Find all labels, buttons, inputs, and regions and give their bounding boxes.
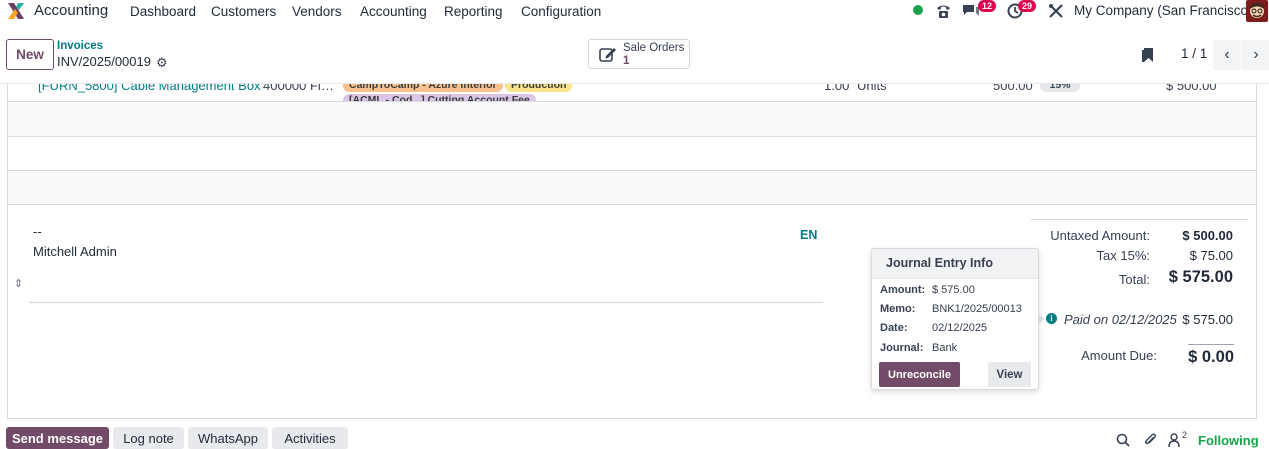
line-label[interactable]: 400000 Fi… bbox=[263, 84, 334, 93]
analytic-tag[interactable]: CampToCamp - Azure Interior bbox=[343, 84, 503, 92]
row-divider bbox=[7, 136, 1257, 137]
activities-badge: 29 bbox=[1018, 0, 1037, 12]
menu-vendors[interactable]: Vendors bbox=[292, 4, 342, 19]
language-toggle[interactable]: EN bbox=[800, 228, 817, 242]
tax-tag[interactable]: 15% bbox=[1040, 84, 1080, 92]
popover-journal-key: Journal: bbox=[880, 342, 924, 354]
debug-tools-icon[interactable] bbox=[1048, 3, 1064, 19]
paid-amount: $ 575.00 bbox=[1182, 312, 1233, 327]
line-product[interactable]: [FURN_5800] Cable Management Box bbox=[38, 84, 261, 93]
paperclip-icon[interactable] bbox=[1143, 432, 1157, 447]
total-label: Total: bbox=[1118, 272, 1150, 287]
empty-row bbox=[8, 102, 1256, 136]
total-value: $ 575.00 bbox=[1168, 268, 1233, 286]
pager-previous-button[interactable]: ‹ bbox=[1213, 40, 1241, 70]
tax-value: $ 75.00 bbox=[1189, 248, 1233, 263]
menu-accounting[interactable]: Accounting bbox=[360, 4, 427, 19]
smart-button-count: 1 bbox=[623, 55, 630, 67]
whatsapp-button[interactable]: WhatsApp bbox=[188, 427, 268, 449]
bookmark-icon[interactable] bbox=[1141, 47, 1155, 63]
online-status-icon bbox=[913, 5, 923, 15]
terms-underline bbox=[29, 302, 823, 303]
popover-memo-value: BNK1/2025/00013 bbox=[932, 303, 1022, 315]
company-switcher[interactable]: My Company (San Francisco) bbox=[1074, 3, 1253, 18]
menu-customers[interactable]: Customers bbox=[211, 4, 276, 19]
amount-due-border bbox=[1188, 344, 1234, 345]
followers-count: 2 bbox=[1182, 430, 1188, 440]
activities-button[interactable]: Activities bbox=[272, 427, 348, 449]
line-subtotal: $ 500.00 bbox=[1166, 84, 1217, 93]
breadcrumb-current: INV/2025/00019 bbox=[57, 54, 151, 69]
invoice-line-row[interactable]: [FURN_5800] Cable Management Box 400000 … bbox=[8, 84, 1256, 102]
empty-row bbox=[8, 171, 1256, 204]
sale-orders-smart-button[interactable]: Sale Orders 1 bbox=[588, 39, 690, 69]
unreconcile-button[interactable]: Unreconcile bbox=[879, 362, 960, 387]
send-message-button[interactable]: Send message bbox=[6, 427, 109, 449]
tax-label: Tax 15%: bbox=[1096, 248, 1150, 263]
popover-date-value: 02/12/2025 bbox=[932, 322, 988, 334]
chevron-right-icon: › bbox=[1253, 46, 1259, 63]
search-icon[interactable] bbox=[1116, 433, 1130, 447]
edit-icon bbox=[599, 48, 616, 62]
untaxed-amount-label: Untaxed Amount: bbox=[1050, 228, 1150, 243]
user-avatar[interactable] bbox=[1246, 0, 1268, 22]
payment-info-icon[interactable]: i bbox=[1046, 313, 1057, 324]
menu-reporting[interactable]: Reporting bbox=[444, 4, 503, 19]
popover-arrow bbox=[1038, 313, 1044, 325]
popover-journal-value: Bank bbox=[932, 342, 958, 354]
following-button[interactable]: Following bbox=[1198, 433, 1259, 448]
journal-entry-popover: Journal Entry Info Amount: $ 575.00 Memo… bbox=[871, 248, 1039, 390]
analytic-tag[interactable]: Production bbox=[505, 84, 573, 92]
smart-button-label: Sale Orders bbox=[623, 42, 685, 54]
paid-on-label: Paid on 02/12/2025 bbox=[1064, 312, 1177, 327]
resize-handle-icon[interactable]: ⇕ bbox=[14, 279, 23, 290]
row-divider bbox=[7, 204, 1257, 205]
amount-due-label: Amount Due: bbox=[1081, 348, 1157, 363]
untaxed-amount-value: $ 500.00 bbox=[1182, 228, 1233, 243]
popover-amount-key: Amount: bbox=[880, 284, 926, 296]
signature-name: Mitchell Admin bbox=[33, 244, 117, 259]
view-button[interactable]: View bbox=[988, 362, 1031, 387]
followers-icon[interactable] bbox=[1168, 432, 1180, 447]
new-button[interactable]: New bbox=[6, 39, 54, 70]
line-price[interactable]: 500.00 bbox=[993, 84, 1033, 93]
phone-icon[interactable] bbox=[935, 2, 952, 19]
menu-configuration[interactable]: Configuration bbox=[521, 4, 601, 19]
signature-dash: -- bbox=[33, 224, 42, 239]
totals-top-border bbox=[1031, 219, 1248, 220]
pager-next-button[interactable]: › bbox=[1242, 40, 1269, 70]
gear-icon[interactable]: ⚙ bbox=[156, 55, 168, 71]
app-title[interactable]: Accounting bbox=[34, 2, 108, 19]
breadcrumb-invoices[interactable]: Invoices bbox=[57, 40, 103, 52]
top-navbar: Accounting Dashboard Customers Vendors A… bbox=[0, 0, 1269, 22]
amount-due-value: $ 0.00 bbox=[1188, 348, 1234, 366]
popover-date-key: Date: bbox=[880, 322, 908, 334]
accounting-app-icon[interactable] bbox=[6, 2, 26, 20]
line-quantity[interactable]: 1.00 bbox=[824, 84, 849, 93]
control-panel: New Invoices INV/2025/00019 ⚙ Sale Order… bbox=[0, 22, 1269, 84]
line-uom[interactable]: Units bbox=[857, 84, 887, 93]
chevron-left-icon: ‹ bbox=[1224, 46, 1230, 63]
menu-dashboard[interactable]: Dashboard bbox=[130, 4, 196, 19]
log-note-button[interactable]: Log note bbox=[113, 427, 184, 449]
popover-amount-value: $ 575.00 bbox=[932, 284, 975, 296]
popover-title: Journal Entry Info bbox=[872, 249, 1038, 279]
pager-value[interactable]: 1 / 1 bbox=[1181, 46, 1207, 61]
messages-badge: 12 bbox=[978, 0, 997, 12]
popover-memo-key: Memo: bbox=[880, 303, 916, 315]
